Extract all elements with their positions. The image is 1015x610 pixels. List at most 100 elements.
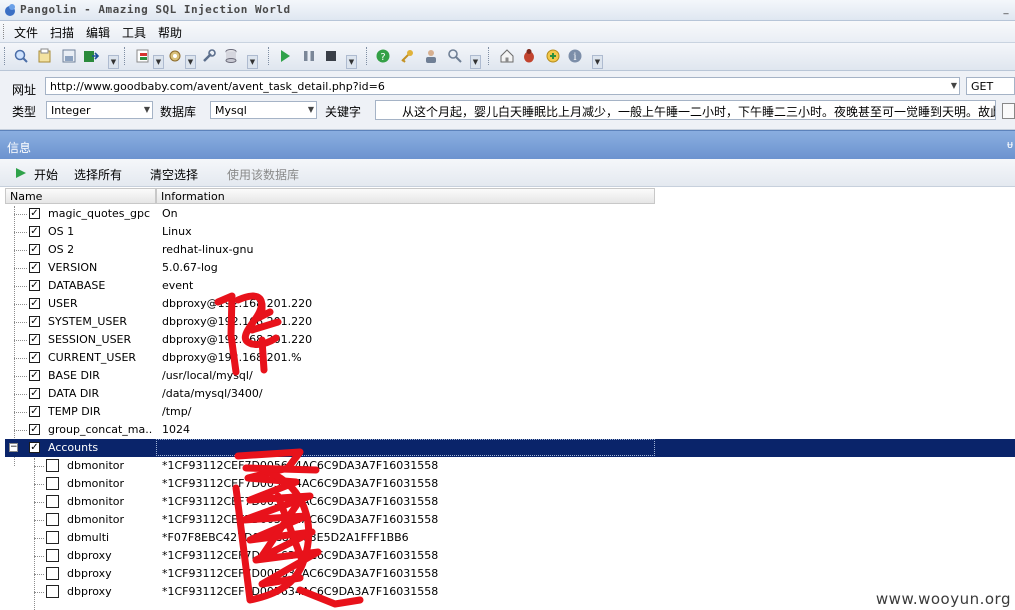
row-checkbox[interactable]: ✓ xyxy=(29,262,40,273)
tree-row[interactable]: ✓ OS 1 Linux xyxy=(5,223,1015,241)
account-row[interactable]: dbmonitor *1CF93112CEF7D005634AC6C9DA3A7F… xyxy=(5,511,1015,529)
start-button[interactable]: 开始 xyxy=(34,166,58,183)
row-checkbox[interactable]: ✓ xyxy=(29,208,40,219)
account-row[interactable]: dbmulti *F07F8EBC427D9A0C8B4F3E5D2A1FFF1B… xyxy=(5,529,1015,547)
account-row[interactable]: dbmonitor *1CF93112CEF7D005634AC6C9DA3A7F… xyxy=(5,475,1015,493)
menu-scan[interactable]: 扫描 xyxy=(48,24,76,41)
row-checkbox[interactable]: ✓ xyxy=(29,388,40,399)
account-checkbox[interactable] xyxy=(46,459,59,472)
type-select[interactable]: Integer ▼ xyxy=(46,101,153,119)
tree-row[interactable]: ✓ DATABASE event xyxy=(5,277,1015,295)
tree-connector xyxy=(34,484,44,485)
database-select[interactable]: Mysql ▼ xyxy=(210,101,317,119)
account-checkbox[interactable] xyxy=(46,495,59,508)
clear-selection-button[interactable]: 清空选择 xyxy=(150,166,198,183)
database-icon[interactable] xyxy=(222,47,240,65)
row-checkbox[interactable]: ✓ xyxy=(29,244,40,255)
tree-row[interactable]: ✓ SESSION_USER dbproxy@192.168.201.220 xyxy=(5,331,1015,349)
database-value: Mysql xyxy=(215,104,247,117)
tree-row[interactable]: − ✓ Accounts xyxy=(5,439,1015,457)
inject-icon[interactable] xyxy=(134,47,152,65)
row-checkbox[interactable]: ✓ xyxy=(29,370,40,381)
search-icon[interactable] xyxy=(12,47,30,65)
row-checkbox[interactable]: ✓ xyxy=(29,298,40,309)
account-row[interactable]: dbproxy *1CF93112CEF7D005634AC6C9DA3A7F16… xyxy=(5,547,1015,565)
info-icon[interactable]: i xyxy=(566,47,584,65)
toolbar-dropdown-2[interactable]: ▼ xyxy=(153,55,164,69)
row-checkbox[interactable]: ✓ xyxy=(29,424,40,435)
toolbar-dropdown-6[interactable]: ▼ xyxy=(470,55,481,69)
tools-icon[interactable] xyxy=(200,47,218,65)
magnifier-icon[interactable] xyxy=(446,47,464,65)
keyword-options-icon[interactable] xyxy=(1002,103,1015,119)
database-chevron-down-icon[interactable]: ▼ xyxy=(308,105,314,114)
menu-help[interactable]: 帮助 xyxy=(156,24,184,41)
row-checkbox[interactable]: ✓ xyxy=(29,334,40,345)
toolbar-dropdown-3[interactable]: ▼ xyxy=(185,55,196,69)
toolbar-dropdown-1[interactable]: ▼ xyxy=(108,55,119,69)
select-all-button[interactable]: 选择所有 xyxy=(74,166,122,183)
save-icon[interactable] xyxy=(60,47,78,65)
pause-icon[interactable] xyxy=(300,47,318,65)
account-checkbox[interactable] xyxy=(46,513,59,526)
tree-row[interactable]: ✓ OS 2 redhat-linux-gnu xyxy=(5,241,1015,259)
info-tree-list[interactable]: Name Information ✓ magic_quotes_gpc On ✓ OS … xyxy=(5,188,1015,610)
update-icon[interactable] xyxy=(544,47,562,65)
row-information: dbproxy@192.168.201.220 xyxy=(162,297,313,310)
url-dropdown-icon[interactable]: ▼ xyxy=(951,81,957,90)
tree-row[interactable]: ✓ BASE DIR/usr/local/mysql/ xyxy=(5,367,1015,385)
account-row[interactable]: dbmonitor *1CF93112CEF7D005634AC6C9DA3A7F… xyxy=(5,493,1015,511)
settings-icon[interactable] xyxy=(166,47,184,65)
tree-row[interactable]: ✓ VERSION 5.0.67-log xyxy=(5,259,1015,277)
column-header-name[interactable]: Name xyxy=(5,188,156,204)
account-checkbox[interactable] xyxy=(46,567,59,580)
stop-icon[interactable] xyxy=(322,47,340,65)
row-checkbox[interactable]: ✓ xyxy=(29,442,40,453)
keyword-input[interactable]: 从这个月起，婴儿白天睡眠比上月减少，一般上午睡一二小时，下午睡二三小时。夜晚甚至… xyxy=(375,100,996,120)
tree-row[interactable]: ✓ CURRENT_USER dbproxy@192.168.201.% xyxy=(5,349,1015,367)
account-checkbox[interactable] xyxy=(46,477,59,490)
row-checkbox[interactable]: ✓ xyxy=(29,406,40,417)
url-input[interactable]: http://www.goodbaby.com/avent/avent_task… xyxy=(45,77,960,95)
key-icon[interactable] xyxy=(398,47,416,65)
toolbar-dropdown-4[interactable]: ▼ xyxy=(247,55,258,69)
account-checkbox[interactable] xyxy=(46,549,59,562)
account-checkbox[interactable] xyxy=(46,531,59,544)
tree-row[interactable]: ✓ SYSTEM_USER dbproxy@192.168.201.220 xyxy=(5,313,1015,331)
toolbar-dropdown-7[interactable]: ▼ xyxy=(592,55,603,69)
export-icon[interactable] xyxy=(82,47,100,65)
start-play-icon[interactable] xyxy=(15,167,27,179)
menu-edit[interactable]: 编辑 xyxy=(84,24,112,41)
tree-row[interactable]: ✓ USER dbproxy@192.168.201.220 xyxy=(5,295,1015,313)
menu-tools[interactable]: 工具 xyxy=(120,24,148,41)
tree-connector xyxy=(34,538,44,539)
account-row[interactable]: dbproxy *1CF93112CEF7D005634AC6C9DA3A7F16… xyxy=(5,565,1015,583)
account-row[interactable]: dbmonitor *1CF93112CEF7D005634AC6C9DA3A7F… xyxy=(5,457,1015,475)
minimize-button[interactable]: _ xyxy=(999,3,1013,16)
account-checkbox[interactable] xyxy=(46,585,59,598)
account-row[interactable]: dbproxy *1CF93112CEF7D005634AC6C9DA3A7F16… xyxy=(5,583,1015,601)
tree-row[interactable]: ✓ magic_quotes_gpc On xyxy=(5,205,1015,223)
collapse-icon[interactable]: − xyxy=(9,443,18,452)
row-checkbox[interactable]: ✓ xyxy=(29,280,40,291)
tree-row[interactable]: ✓ TEMP DIR/tmp/ xyxy=(5,403,1015,421)
pin-icon[interactable]: ᵾ xyxy=(1007,138,1013,151)
row-checkbox[interactable]: ✓ xyxy=(29,316,40,327)
row-checkbox[interactable]: ✓ xyxy=(29,226,40,237)
type-chevron-down-icon[interactable]: ▼ xyxy=(144,105,150,114)
column-header-information[interactable]: Information xyxy=(156,188,655,204)
tree-row[interactable]: ✓ DATA DIR/data/mysql/3400/ xyxy=(5,385,1015,403)
help-icon[interactable]: ? xyxy=(374,47,392,65)
method-select[interactable]: GET xyxy=(966,77,1015,95)
tree-row[interactable]: ✓ group_concat_ma... 1024 xyxy=(5,421,1015,439)
toolbar-dropdown-5[interactable]: ▼ xyxy=(346,55,357,69)
row-checkbox[interactable]: ✓ xyxy=(29,352,40,363)
use-database-button[interactable]: 使用该数据库 xyxy=(227,166,299,183)
user-icon[interactable] xyxy=(422,47,440,65)
open-icon[interactable] xyxy=(36,47,54,65)
menu-file[interactable]: 文件 xyxy=(12,24,40,41)
bug-icon[interactable] xyxy=(520,47,538,65)
account-name: dbmonitor xyxy=(67,495,125,508)
home-icon[interactable] xyxy=(498,47,516,65)
play-icon[interactable] xyxy=(276,47,294,65)
